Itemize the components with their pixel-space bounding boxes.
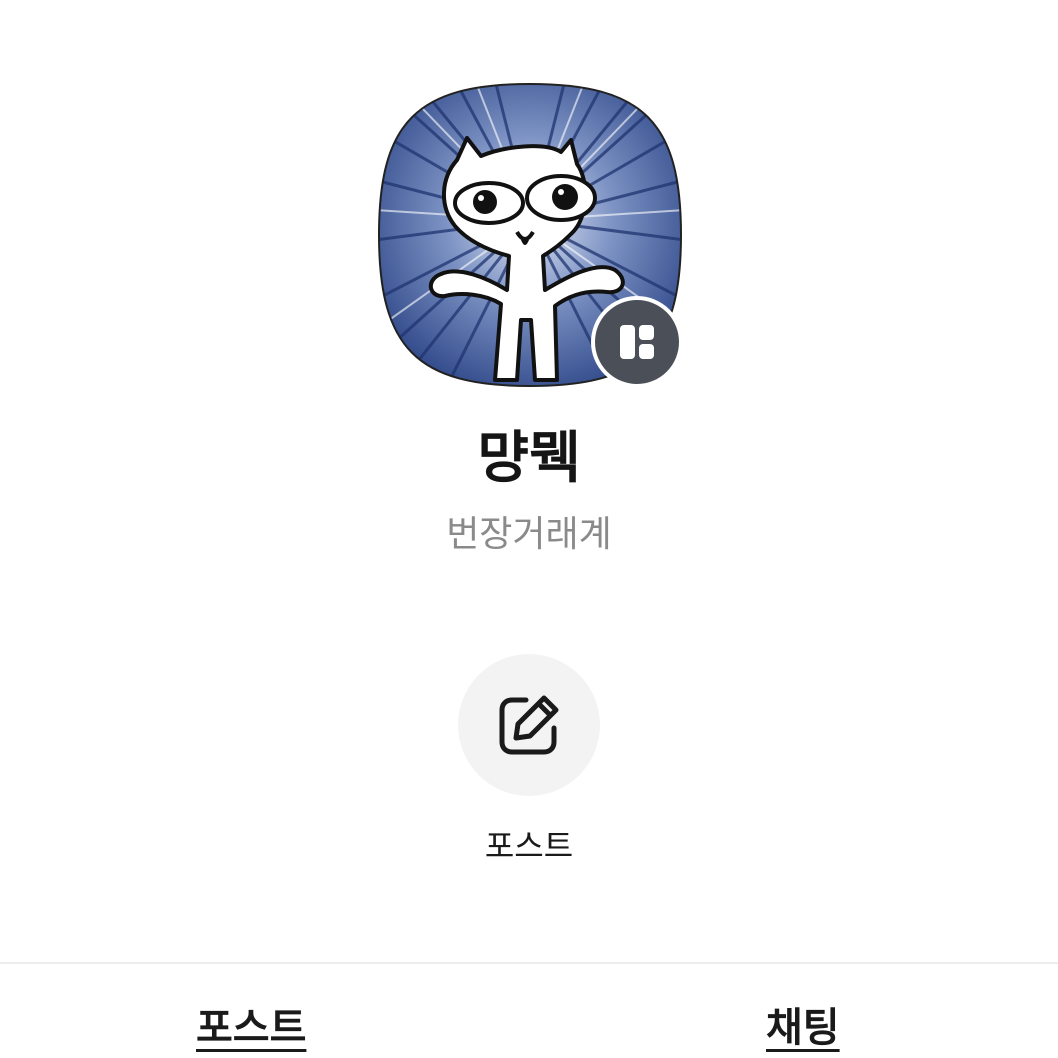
- tab-post[interactable]: 포스트: [196, 1000, 306, 1056]
- write-post-label: 포스트: [484, 827, 574, 865]
- profile-avatar-container: [375, 80, 685, 390]
- edit-icon: [499, 695, 559, 755]
- divider: [0, 962, 1058, 964]
- channel-badge-icon: [620, 325, 654, 359]
- tab-chat[interactable]: 채팅: [766, 1000, 840, 1056]
- profile-name: 먕뭭: [477, 426, 581, 491]
- profile-description: 번장거래계: [446, 514, 612, 555]
- channel-badge[interactable]: [591, 296, 683, 388]
- write-post-button[interactable]: 포스트: [449, 652, 609, 872]
- write-post-circle[interactable]: [458, 654, 600, 796]
